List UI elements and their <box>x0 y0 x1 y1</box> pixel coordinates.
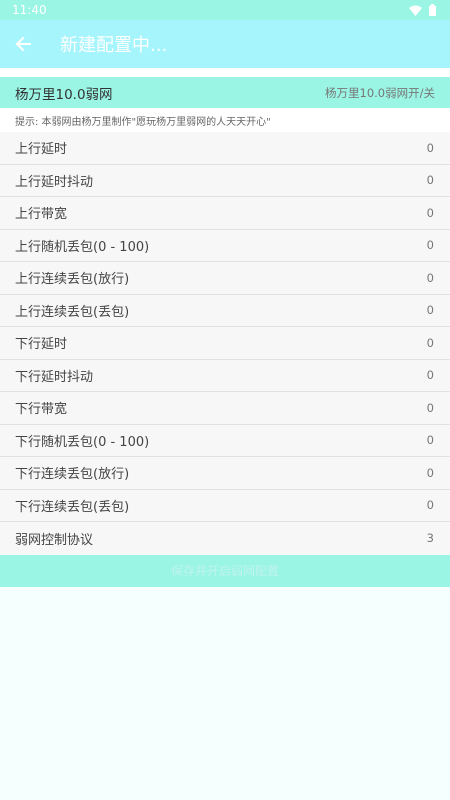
setting-row-downlink-delay[interactable]: 下行延时 0 <box>0 327 450 360</box>
setting-label: 下行连续丢包(放行) <box>15 467 130 483</box>
setting-label: 下行连续丢包(丢包) <box>15 499 130 515</box>
setting-value: 0 <box>426 205 434 220</box>
setting-label: 上行连续丢包(丢包) <box>15 304 130 320</box>
status-time: 11:40 <box>12 3 47 17</box>
setting-row-uplink-random-loss[interactable]: 上行随机丢包(0 - 100) 0 <box>0 229 450 262</box>
setting-label: 下行带宽 <box>15 402 68 418</box>
setting-value: 0 <box>426 173 434 188</box>
setting-label: 上行延时抖动 <box>15 174 94 190</box>
status-bar: 11:40 <box>0 0 450 20</box>
weaknet-switch-row[interactable]: 杨万里10.0弱网 杨万里10.0弱网开/关 <box>0 77 450 108</box>
setting-value: 0 <box>426 498 434 513</box>
setting-label: 下行延时 <box>15 337 68 353</box>
setting-row-protocol[interactable]: 弱网控制协议 3 <box>0 522 450 555</box>
setting-row-uplink-jitter[interactable]: 上行延时抖动 0 <box>0 164 450 197</box>
setting-value: 3 <box>426 531 434 546</box>
switch-state-label[interactable]: 杨万里10.0弱网开/关 <box>325 85 435 101</box>
setting-value: 0 <box>426 433 434 448</box>
back-button[interactable] <box>0 20 46 68</box>
setting-row-downlink-bandwidth[interactable]: 下行带宽 0 <box>0 392 450 425</box>
setting-label: 弱网控制协议 <box>15 532 94 548</box>
setting-label: 上行随机丢包(0 - 100) <box>15 239 150 255</box>
setting-label: 上行带宽 <box>15 207 68 223</box>
wifi-icon <box>409 5 422 16</box>
setting-value: 0 <box>426 140 434 155</box>
setting-row-downlink-burst-drop[interactable]: 下行连续丢包(丢包) 0 <box>0 489 450 522</box>
setting-row-uplink-bandwidth[interactable]: 上行带宽 0 <box>0 197 450 230</box>
setting-value: 0 <box>426 465 434 480</box>
switch-title: 杨万里10.0弱网 <box>15 86 113 103</box>
start-config-label: 保存并开启弱网配置 <box>170 564 279 578</box>
setting-row-uplink-burst-pass[interactable]: 上行连续丢包(放行) 0 <box>0 262 450 295</box>
setting-value: 0 <box>426 368 434 383</box>
battery-icon <box>429 4 436 16</box>
start-config-button[interactable]: 保存并开启弱网配置 <box>0 554 450 587</box>
status-icons <box>409 4 436 16</box>
page-title: 新建配置中... <box>60 35 168 56</box>
setting-label: 上行连续丢包(放行) <box>15 272 130 288</box>
setting-value: 0 <box>426 238 434 253</box>
setting-row-uplink-delay[interactable]: 上行延时 0 <box>0 132 450 165</box>
setting-row-uplink-burst-drop[interactable]: 上行连续丢包(丢包) 0 <box>0 294 450 327</box>
arrow-left-icon <box>15 36 31 52</box>
hint-text: 提示: 本弱网由杨万里制作"愿玩杨万里弱网的人天天开心" <box>0 108 450 132</box>
setting-label: 下行延时抖动 <box>15 369 94 385</box>
settings-list: 上行延时 0 上行延时抖动 0 上行带宽 0 上行随机丢包(0 - 100) 0… <box>0 132 450 555</box>
setting-label: 上行延时 <box>15 142 68 158</box>
setting-row-downlink-burst-pass[interactable]: 下行连续丢包(放行) 0 <box>0 457 450 490</box>
setting-row-downlink-random-loss[interactable]: 下行随机丢包(0 - 100) 0 <box>0 424 450 457</box>
setting-row-downlink-jitter[interactable]: 下行延时抖动 0 <box>0 359 450 392</box>
main-content: 杨万里10.0弱网 杨万里10.0弱网开/关 提示: 本弱网由杨万里制作"愿玩杨… <box>0 77 450 587</box>
setting-value: 0 <box>426 270 434 285</box>
app-bar: 新建配置中... <box>0 20 450 68</box>
setting-value: 0 <box>426 335 434 350</box>
setting-label: 下行随机丢包(0 - 100) <box>15 434 150 450</box>
setting-value: 0 <box>426 303 434 318</box>
setting-value: 0 <box>426 400 434 415</box>
divider <box>0 68 450 77</box>
